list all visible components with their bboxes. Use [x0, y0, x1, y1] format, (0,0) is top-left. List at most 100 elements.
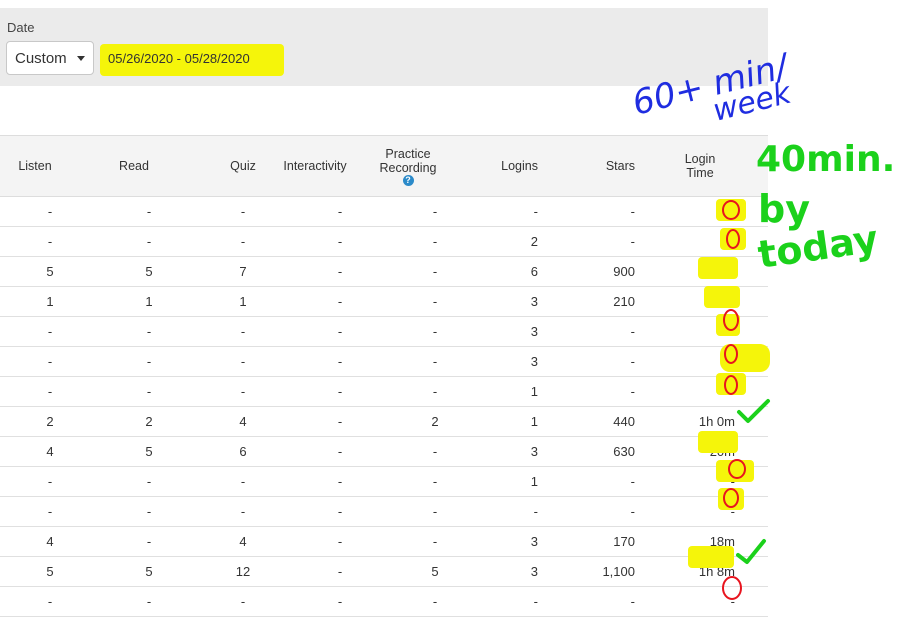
cell-read: 2: [145, 414, 153, 429]
cell-stars: -: [630, 354, 635, 369]
cell-listen: -: [47, 234, 53, 249]
cell-stars: -: [630, 204, 635, 219]
cell-read: 5: [145, 264, 153, 279]
caret-down-icon: [77, 56, 85, 61]
highlight-mark: [720, 228, 746, 250]
cell-logins: 6: [530, 264, 538, 279]
cell-read: 1: [145, 294, 153, 309]
cell-stars: 1,100: [602, 564, 635, 579]
highlight-mark: [716, 460, 754, 482]
highlight-mark: [716, 314, 740, 336]
cell-interactivity: -: [337, 204, 343, 219]
cell-quiz: 6: [239, 444, 247, 459]
cell-practice-recording: 2: [431, 414, 439, 429]
cell-quiz: 7: [239, 264, 247, 279]
date-range-field[interactable]: 05/26/2020 - 05/28/2020: [98, 44, 284, 76]
table-row: -----1--: [0, 467, 768, 497]
cell-logins: 2: [530, 234, 538, 249]
cell-listen: -: [47, 474, 53, 489]
cell-listen: -: [47, 384, 53, 399]
table-row: --------: [0, 587, 768, 617]
cell-quiz: 4: [239, 414, 247, 429]
table-row: -----1--: [0, 377, 768, 407]
cell-read: -: [146, 474, 152, 489]
report-table: Listen Read Quiz Interactivity Practice …: [0, 135, 768, 617]
highlight-mark: [704, 286, 740, 308]
cell-stars: 170: [613, 534, 635, 549]
cell-listen: 5: [46, 564, 54, 579]
cell-read: -: [146, 354, 152, 369]
cell-read: -: [146, 534, 152, 549]
cell-interactivity: -: [337, 264, 343, 279]
cell-interactivity: -: [337, 384, 343, 399]
table-row: -----2--: [0, 227, 768, 257]
cell-logins: 1: [530, 474, 538, 489]
date-mode-select[interactable]: Custom: [6, 41, 94, 75]
col-header-login-line1: Login: [684, 152, 716, 166]
table-row: -----3--: [0, 347, 768, 377]
col-header-stars[interactable]: Stars: [560, 136, 635, 196]
col-header-login-line2: Time: [686, 166, 714, 180]
cell-read: -: [146, 204, 152, 219]
cell-quiz: -: [240, 474, 246, 489]
cell-logins: 3: [530, 444, 538, 459]
cell-quiz: -: [240, 234, 246, 249]
cell-stars: 630: [613, 444, 635, 459]
cell-quiz: -: [240, 594, 246, 609]
col-header-practice-recording[interactable]: Practice Recording ?: [365, 136, 451, 196]
table-row: --------: [0, 497, 768, 527]
cell-quiz: -: [240, 504, 246, 519]
col-header-read[interactable]: Read: [99, 136, 169, 196]
cell-read: -: [146, 324, 152, 339]
question-circle-icon[interactable]: ?: [402, 174, 414, 186]
cell-interactivity: -: [337, 294, 343, 309]
cell-logins: 1: [530, 414, 538, 429]
cell-logins: 3: [530, 534, 538, 549]
cell-quiz: -: [240, 384, 246, 399]
highlight-mark: [718, 488, 744, 510]
table-row: 5 5 12-5 3 1,100 1h 8m: [0, 557, 768, 587]
col-header-login-time[interactable]: Login Time: [665, 136, 735, 196]
table-row: --------: [0, 197, 768, 227]
col-header-practice-line2: Recording: [379, 160, 437, 175]
cell-interactivity: -: [337, 534, 343, 549]
table-header: Listen Read Quiz Interactivity Practice …: [0, 135, 768, 197]
cell-stars: -: [630, 594, 635, 609]
cell-logins: 1: [530, 384, 538, 399]
cell-listen: -: [47, 204, 53, 219]
cell-listen: 2: [46, 414, 54, 429]
col-header-listen[interactable]: Listen: [0, 136, 70, 196]
col-header-practice-line1: Practice: [385, 146, 431, 161]
table-row: 456--363020m: [0, 437, 768, 467]
cell-practice-recording: -: [432, 504, 438, 519]
cell-quiz: 1: [239, 294, 247, 309]
cell-read: -: [146, 384, 152, 399]
cell-practice-recording: -: [432, 264, 438, 279]
cell-stars: -: [630, 234, 635, 249]
cell-listen: 4: [46, 444, 54, 459]
highlight-mark: [716, 199, 746, 221]
date-label: Date: [7, 20, 35, 35]
cell-listen: -: [47, 324, 53, 339]
green-handwritten-note-line3: today: [755, 217, 881, 277]
cell-practice-recording: -: [432, 384, 438, 399]
cell-listen: 5: [46, 264, 54, 279]
date-mode-value: Custom: [15, 49, 67, 67]
cell-logins: 3: [530, 294, 538, 309]
cell-stars: -: [630, 384, 635, 399]
table-row: 557--690033m: [0, 257, 768, 287]
cell-logins: -: [533, 594, 538, 609]
cell-stars: -: [630, 324, 635, 339]
col-header-logins[interactable]: Logins: [470, 136, 538, 196]
cell-practice-recording: -: [432, 594, 438, 609]
cell-interactivity: -: [337, 414, 343, 429]
cell-quiz: -: [240, 324, 246, 339]
col-header-interactivity[interactable]: Interactivity: [270, 136, 360, 196]
cell-interactivity: -: [337, 474, 343, 489]
cell-quiz: 12: [235, 564, 251, 579]
cell-read: -: [146, 594, 152, 609]
cell-quiz: -: [240, 354, 246, 369]
cell-practice-recording: -: [432, 474, 438, 489]
cell-stars: 210: [613, 294, 635, 309]
cell-interactivity: -: [337, 324, 343, 339]
